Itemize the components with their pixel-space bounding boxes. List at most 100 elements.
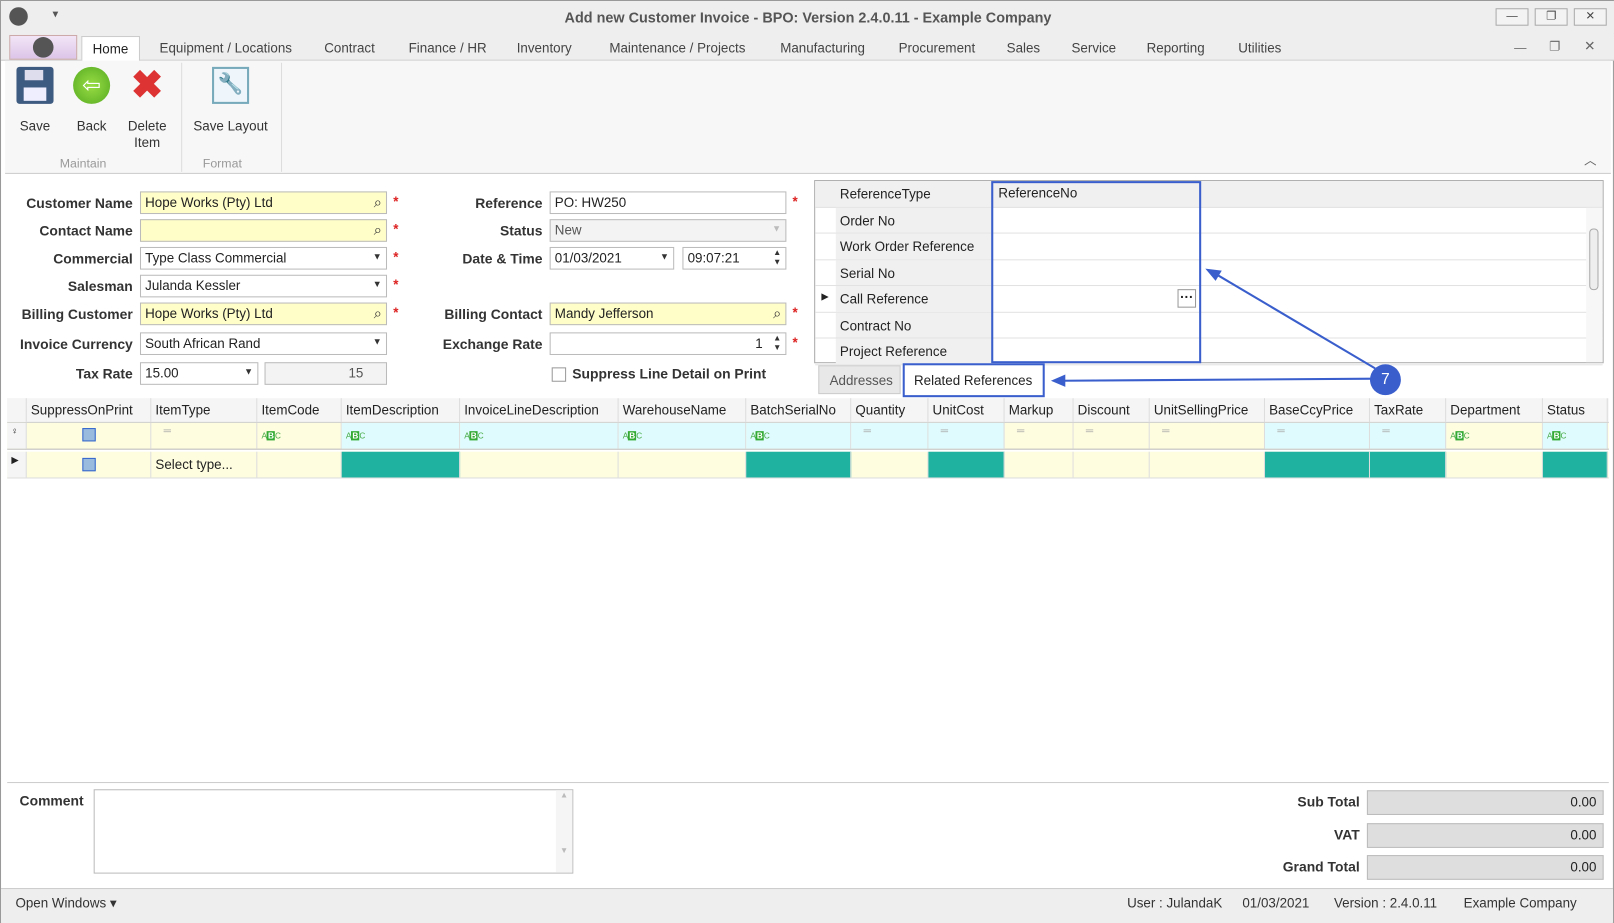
mdi-close-icon[interactable]: ✕	[1584, 38, 1595, 54]
chevron-down-icon[interactable]: ▼	[660, 251, 669, 261]
filter-cell-batchserialno[interactable]: ABC	[746, 422, 852, 449]
customer-name-field[interactable]: Hope Works (Pty) Ltd ⌕	[139, 191, 388, 215]
cell-markup[interactable]	[1005, 451, 1074, 478]
commercial-select[interactable]: Type Class Commercial ▼	[139, 246, 388, 270]
filter-cell-itemdescription[interactable]: ABC	[341, 422, 461, 449]
column-header-itemdescription[interactable]: ItemDescription	[342, 398, 461, 422]
close-button[interactable]: ✕	[1573, 8, 1607, 26]
exchange-rate-spinner[interactable]: 1 ▲ ▼	[549, 332, 787, 356]
application-menu-button[interactable]	[9, 34, 78, 60]
chevron-down-icon[interactable]: ▼	[373, 336, 382, 346]
tab-addresses[interactable]: Addresses	[818, 365, 901, 395]
billing-customer-field[interactable]: Hope Works (Pty) Ltd ⌕	[139, 302, 388, 326]
tab-equipment-locations[interactable]: Equipment / Locations	[160, 40, 292, 55]
tab-utilities[interactable]: Utilities	[1238, 40, 1281, 55]
mdi-restore-icon[interactable]: ❐	[1549, 39, 1560, 53]
column-header-referencetype[interactable]: ReferenceType	[835, 181, 993, 207]
search-icon[interactable]: ⌕	[374, 193, 382, 210]
save-button[interactable]: Save	[15, 66, 54, 135]
filter-cell-suppressonprint[interactable]	[27, 422, 152, 449]
column-header-unitcost[interactable]: UnitCost	[928, 398, 1005, 422]
date-picker[interactable]: 01/03/2021 ▼	[549, 246, 675, 270]
invoice-currency-select[interactable]: South African Rand ▼	[139, 332, 388, 356]
filter-cell-status[interactable]: ABC	[1542, 422, 1608, 449]
column-header-quantity[interactable]: Quantity	[851, 398, 929, 422]
column-header-invoicelinedescription[interactable]: InvoiceLineDescription	[460, 398, 619, 422]
cell-discount[interactable]	[1074, 451, 1150, 478]
cell-status[interactable]	[1542, 451, 1608, 478]
column-header-status[interactable]: Status	[1543, 398, 1608, 422]
spin-arrows-icon[interactable]: ▲ ▼	[773, 333, 781, 352]
filter-cell-taxrate[interactable]: ═	[1369, 422, 1447, 449]
cell-itemcode[interactable]	[257, 451, 342, 478]
tab-maintenance-projects[interactable]: Maintenance / Projects	[609, 40, 745, 55]
column-header-itemtype[interactable]: ItemType	[151, 398, 258, 422]
filter-cell-markup[interactable]: ═	[1005, 422, 1074, 449]
spin-arrows-icon[interactable]: ▲ ▼	[773, 248, 781, 267]
column-header-taxrate[interactable]: TaxRate	[1370, 398, 1447, 422]
column-header-itemcode[interactable]: ItemCode	[257, 398, 342, 422]
checkbox-icon[interactable]	[81, 457, 96, 472]
cell-unitsellingprice[interactable]	[1150, 451, 1266, 478]
cell-itemdescription[interactable]	[341, 451, 461, 478]
column-header-markup[interactable]: Markup	[1005, 398, 1074, 422]
cell-itemtype[interactable]: Select type...	[151, 451, 258, 478]
collapse-ribbon-icon[interactable]: ︿	[1584, 151, 1596, 168]
column-header-warehousename[interactable]: WarehouseName	[619, 398, 747, 422]
search-icon[interactable]: ⌕	[374, 221, 382, 238]
cell-quantity[interactable]	[851, 451, 929, 478]
cell-batchserialno[interactable]	[746, 451, 852, 478]
column-header-department[interactable]: Department	[1446, 398, 1543, 422]
restore-button[interactable]: ❐	[1534, 8, 1568, 26]
chevron-down-icon[interactable]: ▼	[244, 366, 253, 376]
column-header-unitsellingprice[interactable]: UnitSellingPrice	[1150, 398, 1266, 422]
back-button[interactable]: ⇦ Back	[71, 66, 112, 135]
chevron-down-icon[interactable]: ▼	[373, 251, 382, 261]
column-header-suppressonprint[interactable]: SuppressOnPrint	[27, 398, 152, 422]
billing-contact-field[interactable]: Mandy Jefferson ⌕	[549, 302, 787, 326]
filter-cell-unitsellingprice[interactable]: ═	[1150, 422, 1266, 449]
filter-cell-itemcode[interactable]: ABC	[257, 422, 342, 449]
time-spinner[interactable]: 09:07:21 ▲ ▼	[682, 246, 787, 270]
search-icon[interactable]: ⌕	[773, 305, 781, 322]
cell-invoicelinedescription[interactable]	[460, 451, 619, 478]
tab-service[interactable]: Service	[1072, 40, 1117, 55]
filter-cell-baseccyprice[interactable]: ═	[1265, 422, 1370, 449]
cell-suppressonprint[interactable]	[27, 451, 152, 478]
cell-taxrate[interactable]	[1369, 451, 1447, 478]
filter-cell-discount[interactable]: ═	[1074, 422, 1150, 449]
column-header-baseccyprice[interactable]: BaseCcyPrice	[1265, 398, 1370, 422]
delete-item-button[interactable]: ✖ Delete Item	[125, 66, 170, 151]
tab-related-references[interactable]: Related References	[902, 363, 1045, 398]
cell-warehousename[interactable]	[619, 451, 747, 478]
minimize-button[interactable]: —	[1495, 8, 1529, 26]
mdi-minimize-icon[interactable]: —	[1514, 40, 1526, 54]
search-icon[interactable]: ⌕	[374, 305, 382, 322]
column-header-batchserialno[interactable]: BatchSerialNo	[746, 398, 852, 422]
filter-cell-itemtype[interactable]: ═	[151, 422, 258, 449]
filter-cell-unitcost[interactable]: ═	[928, 422, 1005, 449]
comment-textarea[interactable]: ▲ ▼	[93, 789, 574, 874]
salesman-select[interactable]: Julanda Kessler ▼	[139, 274, 388, 298]
tab-finance-hr[interactable]: Finance / HR	[409, 40, 487, 55]
tab-reporting[interactable]: Reporting	[1147, 40, 1205, 55]
tab-sales[interactable]: Sales	[1007, 40, 1040, 55]
tax-rate-select[interactable]: 15.00 ▼	[139, 362, 259, 385]
open-windows-button[interactable]: Open Windows ▾	[15, 895, 116, 911]
filter-cell-invoicelinedescription[interactable]: ABC	[460, 422, 619, 449]
tab-contract[interactable]: Contract	[324, 40, 375, 55]
filter-cell-quantity[interactable]: ═	[851, 422, 929, 449]
cell-unitcost[interactable]	[928, 451, 1005, 478]
cell-baseccyprice[interactable]	[1265, 451, 1370, 478]
tab-procurement[interactable]: Procurement	[899, 40, 976, 55]
chevron-down-icon[interactable]: ▼	[373, 279, 382, 289]
cell-department[interactable]	[1446, 451, 1543, 478]
filter-cell-warehousename[interactable]: ABC	[618, 422, 747, 449]
save-layout-button[interactable]: 🔧 Save Layout	[190, 66, 270, 135]
reference-input[interactable]: PO: HW250	[549, 191, 787, 215]
tab-inventory[interactable]: Inventory	[517, 40, 572, 55]
contact-name-field[interactable]: ⌕	[139, 219, 388, 242]
suppress-line-detail-checkbox[interactable]	[551, 367, 567, 382]
tab-home[interactable]: Home	[81, 36, 140, 62]
column-header-discount[interactable]: Discount	[1074, 398, 1150, 422]
